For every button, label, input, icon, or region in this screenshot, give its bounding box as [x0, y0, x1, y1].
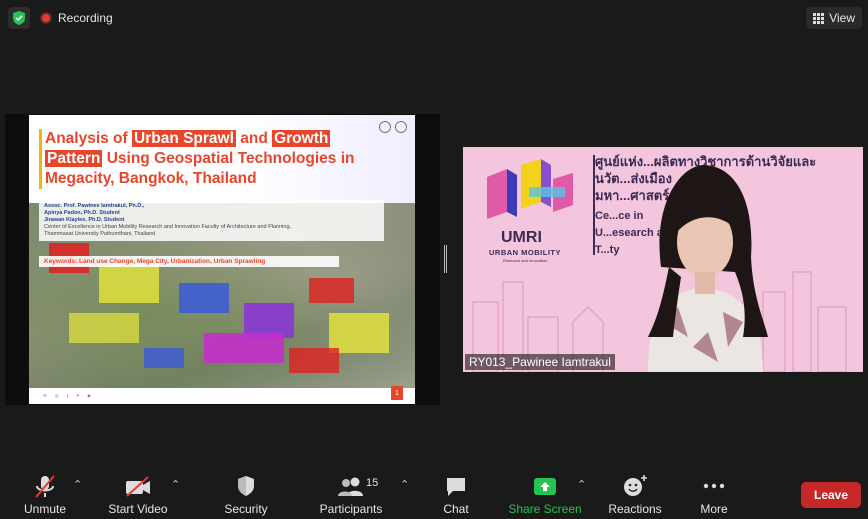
title-accent-bar	[39, 129, 42, 189]
org-sub-name: URBAN MOBILITY	[489, 248, 561, 257]
facebook-icon: f	[66, 393, 68, 399]
recording-label: Recording	[58, 11, 113, 25]
recording-indicator[interactable]: Recording	[40, 7, 113, 29]
participants-count: 15	[366, 477, 379, 489]
presentation-slide: Analysis of Urban Sprawl and Growth Patte…	[29, 115, 415, 404]
youtube-icon: ▶	[87, 393, 92, 398]
chat-bubble-icon	[447, 478, 465, 496]
leave-button[interactable]: Leave	[801, 482, 861, 508]
unmute-button[interactable]: Unmute	[22, 468, 68, 516]
affiliation-2: Thammasat University Pathumthani, Thaila…	[44, 231, 156, 237]
more-dots-icon	[703, 483, 725, 489]
email-icon: ✉	[43, 393, 47, 398]
affiliation-1: Center of Excellence in Urban Mobility R…	[44, 224, 292, 230]
participants-icon	[338, 477, 363, 496]
more-button[interactable]: More	[693, 468, 735, 516]
video-off-icon	[126, 476, 150, 497]
twitter-icon: ✦	[75, 393, 80, 398]
security-shield-icon[interactable]	[8, 7, 30, 29]
share-screen-icon	[534, 478, 556, 495]
author-3: Jirawan Klaylee, Ph.D. Student	[44, 217, 125, 223]
reactions-button[interactable]: Reactions	[608, 468, 662, 516]
meeting-toolbar: Unmute ⌃ Start Video ⌃ Security Particip…	[0, 468, 868, 519]
participant-video-tile: UMRI URBAN MOBILITY Research and Innovat…	[463, 147, 863, 372]
start-video-label: Start Video	[108, 502, 168, 516]
slide-page-number: 1	[391, 386, 403, 400]
shared-screen: Analysis of Urban Sprawl and Growth Patte…	[5, 114, 440, 405]
split-resize-handle[interactable]	[444, 245, 447, 273]
unmute-label: Unmute	[23, 502, 67, 516]
participants-label: Participants	[319, 502, 383, 516]
umri-logo-icon	[487, 159, 573, 219]
share-options-caret-icon[interactable]: ⌃	[577, 478, 586, 491]
audio-options-caret-icon[interactable]: ⌃	[73, 478, 82, 491]
video-options-caret-icon[interactable]: ⌃	[171, 478, 180, 491]
university-logo-icon	[379, 121, 391, 133]
muted-mic-icon	[35, 475, 55, 498]
author-2: Apinya Padon, Ph.D. Student	[44, 210, 120, 216]
author-box: Assoc. Prof. Pawinee Iamtrakul, Ph.D., A…	[39, 200, 384, 241]
instagram-icon: ◎	[54, 393, 59, 398]
reactions-emoji-icon	[624, 475, 647, 496]
reactions-label: Reactions	[608, 502, 662, 516]
org-sub-name-2: Research and Innovation	[503, 258, 548, 263]
security-label: Security	[224, 502, 268, 516]
share-screen-label: Share Screen	[508, 502, 582, 516]
participant-name-label: RY013_Pawinee Iamtrakul	[465, 354, 615, 370]
org-short-name: UMRI	[501, 229, 542, 246]
participant-person	[648, 165, 768, 372]
start-video-button[interactable]: Start Video	[108, 468, 168, 516]
center-logo-icon	[395, 121, 407, 133]
share-screen-button[interactable]: Share Screen	[508, 468, 582, 516]
view-label: View	[829, 11, 855, 25]
grid-view-icon	[813, 12, 825, 24]
security-button[interactable]: Security	[224, 468, 268, 516]
chat-button[interactable]: Chat	[436, 468, 476, 516]
record-dot-icon	[40, 12, 52, 24]
slide-footer: ✉ ◎ f ✦ ▶	[29, 388, 415, 404]
slide-title: Analysis of Urban Sprawl and Growth Patte…	[45, 130, 355, 187]
slide-logos	[379, 121, 407, 133]
security-shield-toolbar-icon	[238, 476, 254, 496]
view-button[interactable]: View	[806, 7, 862, 29]
more-label: More	[700, 502, 728, 516]
chat-label: Chat	[443, 502, 469, 516]
author-1: Assoc. Prof. Pawinee Iamtrakul, Ph.D.,	[44, 203, 145, 209]
slide-keywords: Keywords: Land use Change, Mega City, Ur…	[39, 256, 339, 267]
participants-options-caret-icon[interactable]: ⌃	[400, 478, 409, 491]
